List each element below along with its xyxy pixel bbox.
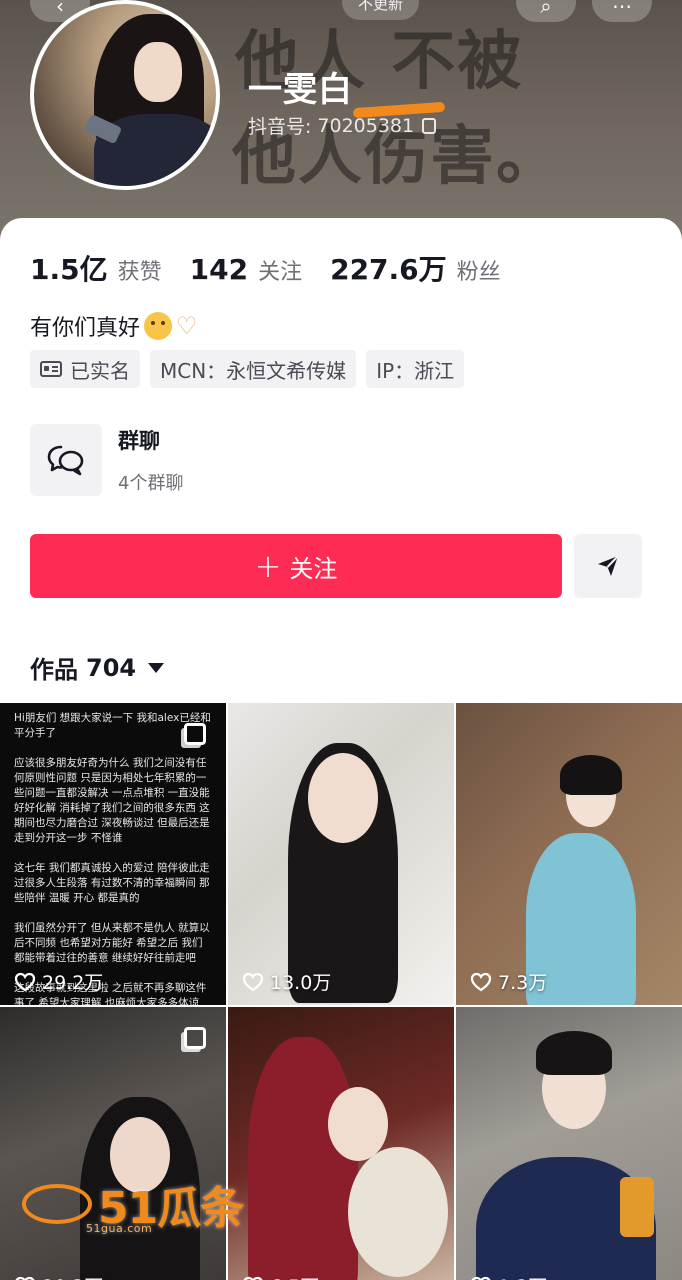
tile-likes: 6.5万 — [242, 1272, 319, 1280]
search-icon[interactable]: ⌕ — [516, 0, 576, 22]
stat-followers-number: 227.6万 — [330, 253, 447, 286]
tag-verified[interactable]: 已实名 — [30, 350, 140, 388]
caret-down-icon — [148, 662, 165, 673]
stats-row: 1.5亿 获赞 142 关注 227.6万 粉丝 — [30, 248, 529, 288]
stat-following-label: 关注 — [258, 260, 303, 285]
works-tab-label: 作品 — [30, 656, 78, 684]
follow-button-label: 关注 — [289, 554, 338, 583]
video-tile[interactable]: 13.0万 — [228, 703, 454, 1005]
tag-verified-label: 已实名 — [70, 358, 130, 383]
tag-row: 已实名 MCN：永恒文希传媒 IP：浙江 — [30, 350, 465, 388]
id-card-icon — [40, 361, 62, 377]
paper-plane-icon — [598, 555, 619, 576]
video-tile[interactable]: 20.3万 — [0, 1007, 226, 1280]
send-message-button[interactable] — [574, 534, 642, 598]
smiling-face-icon — [144, 312, 173, 340]
tile-likes: 13.0万 — [242, 968, 331, 995]
tile-likes-count: 20.3万 — [42, 1272, 103, 1280]
stat-likes-number: 1.5亿 — [30, 253, 108, 286]
tile-likes: 29.2万 — [14, 968, 103, 995]
stat-likes[interactable]: 1.5亿 获赞 — [30, 248, 162, 288]
avatar[interactable] — [30, 0, 220, 190]
tag-mcn[interactable]: MCN：永恒文希传媒 — [150, 350, 357, 388]
group-chat-count: 4个群聊 — [118, 473, 184, 494]
group-chat-icon — [30, 424, 102, 496]
multi-image-icon — [184, 723, 206, 745]
stat-followers[interactable]: 227.6万 粉丝 — [330, 248, 501, 288]
tile-likes: 7.3万 — [470, 968, 547, 995]
bio-text: 有你们真好 — [30, 316, 141, 341]
tile-likes-count: 13.0万 — [270, 972, 332, 994]
works-tab[interactable]: 作品 704 — [30, 650, 165, 685]
tag-ip: IP：浙江 — [366, 350, 465, 388]
group-chat-entry[interactable]: 群聊 4个群聊 — [30, 424, 183, 496]
update-pill-label: 不更新 — [358, 0, 404, 13]
works-count: 704 — [86, 653, 137, 682]
stat-followers-label: 粉丝 — [456, 260, 501, 285]
tile-likes-count: 6.5万 — [270, 1272, 319, 1280]
tag-ip-label: IP：浙江 — [376, 358, 455, 383]
bio: 有你们真好 ♡ — [30, 310, 198, 342]
douyin-id-value: 70205381 — [317, 114, 415, 137]
douyin-id-label: 抖音号: — [248, 116, 312, 138]
follow-button[interactable]: + 关注 — [30, 534, 562, 598]
site-watermark: 51瓜条 51gua.com — [22, 1172, 244, 1236]
multi-image-icon — [184, 1027, 206, 1049]
watermark-url: 51gua.com — [86, 1222, 153, 1235]
heart-icon — [14, 972, 36, 991]
tile-likes-count: 1.2万 — [498, 1272, 547, 1280]
tile-likes: 20.3万 — [14, 1272, 103, 1280]
stat-following[interactable]: 142 关注 — [190, 253, 302, 286]
stat-likes-label: 获赞 — [117, 260, 162, 285]
stat-following-number: 142 — [189, 253, 249, 286]
heart-icon — [243, 1276, 263, 1280]
heart-icon — [471, 1276, 491, 1280]
douyin-id: 抖音号: 70205381 — [248, 112, 437, 139]
tile-likes-count: 29.2万 — [42, 972, 104, 994]
profile-card: 1.5亿 获赞 142 关注 227.6万 粉丝 有你们真好 ♡ 已实名 MCN… — [0, 218, 682, 708]
video-tile[interactable]: 6.5万 — [228, 1007, 454, 1280]
heart-icon — [242, 972, 264, 991]
video-tile[interactable]: Hi朋友们 想跟大家说一下 我和alex已经和平分手了 应该很多朋友好奇为什么 … — [0, 703, 226, 1005]
heart-hands-icon: ♡ — [176, 312, 198, 340]
tile-likes-count: 7.3万 — [498, 972, 548, 994]
video-tile[interactable]: 1.2万 — [456, 1007, 682, 1280]
watermark-logo-icon — [22, 1184, 92, 1224]
heart-icon — [15, 1276, 35, 1280]
plus-icon: + — [254, 547, 282, 585]
more-icon[interactable]: ⋯ — [592, 0, 652, 22]
tag-mcn-label: MCN：永恒文希传媒 — [160, 358, 347, 383]
update-pill[interactable]: 不更新 — [342, 0, 420, 20]
video-tile[interactable]: 7.3万 — [456, 703, 682, 1005]
nickname: 一雯白 — [248, 70, 353, 110]
copy-icon[interactable] — [422, 117, 437, 134]
heart-icon — [470, 972, 492, 991]
tile-likes: 1.2万 — [470, 1272, 547, 1280]
tile-caption-text: Hi朋友们 想跟大家说一下 我和alex已经和平分手了 应该很多朋友好奇为什么 … — [14, 712, 211, 1005]
group-chat-title: 群聊 — [118, 429, 160, 453]
